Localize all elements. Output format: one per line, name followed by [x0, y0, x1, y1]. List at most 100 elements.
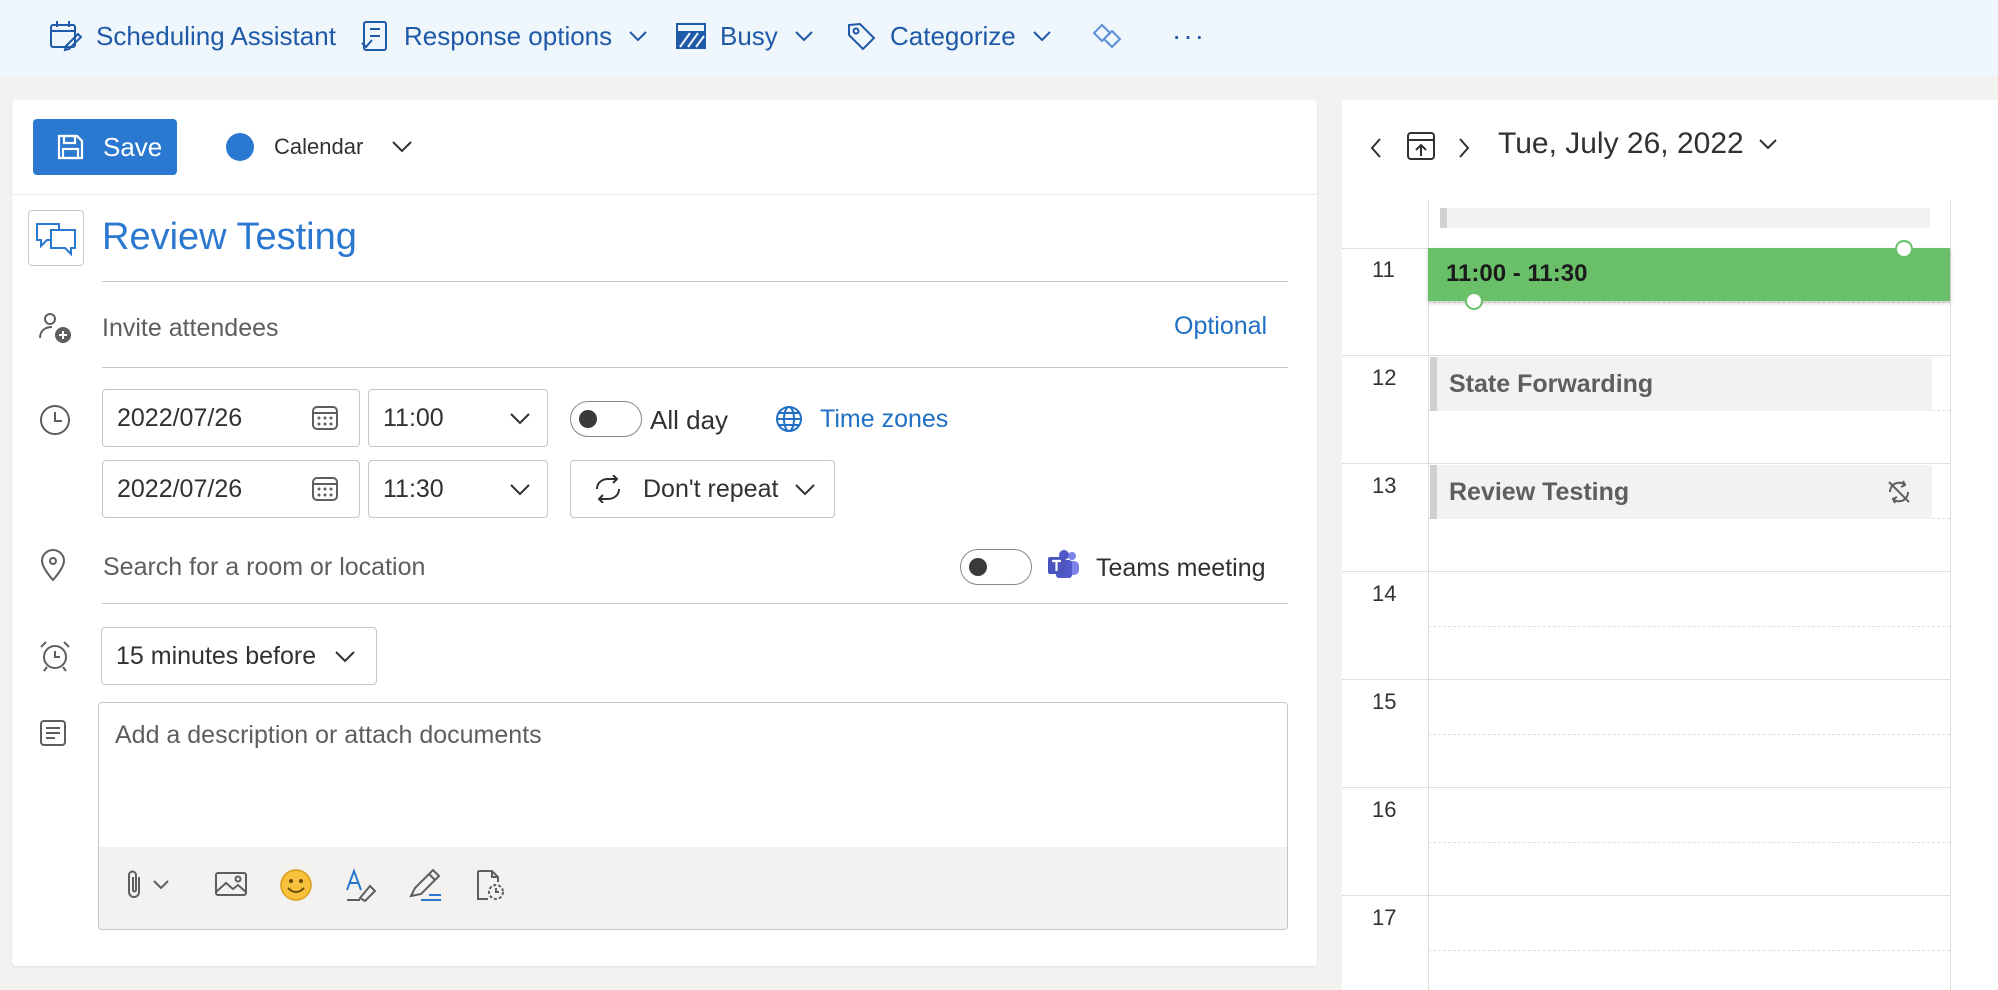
event-title: State Forwarding: [1449, 369, 1654, 398]
half-hour-line: [1428, 950, 1950, 951]
hour-label: 13: [1372, 473, 1397, 498]
teams-icon: [1048, 550, 1080, 580]
response-options-button[interactable]: Response options: [360, 14, 648, 58]
chat-bubbles-icon: [35, 220, 77, 256]
insert-picture-icon[interactable]: [214, 870, 248, 898]
save-button[interactable]: Save: [33, 119, 177, 175]
time-gutter-divider: [1428, 200, 1429, 990]
previous-event-sliver[interactable]: [1440, 208, 1930, 228]
time-zones-label: Time zones: [820, 404, 949, 433]
draft-event-block[interactable]: 11:00 - 11:30: [1428, 248, 1950, 301]
calendar-color-dot: [226, 133, 254, 161]
chevron-down-icon: [1032, 30, 1052, 42]
hour-label: 12: [1372, 365, 1397, 390]
calendar-event[interactable]: Review Testing: [1430, 465, 1932, 519]
start-time-dropdown[interactable]: 11:00: [368, 389, 548, 447]
chevron-down-icon: [794, 30, 814, 42]
chevron-down-icon: [334, 650, 356, 664]
end-time-value: 11:30: [383, 474, 444, 503]
calendar-icon[interactable]: [311, 404, 339, 432]
add-people-icon: [38, 310, 74, 346]
toggle-knob: [969, 558, 987, 576]
more-options-button[interactable]: ···: [1172, 14, 1206, 58]
calendar-picker[interactable]: Calendar: [226, 130, 413, 164]
invite-attendees-input[interactable]: Invite attendees: [102, 314, 279, 343]
event-title-input[interactable]: Review Testing: [102, 216, 357, 259]
hour-label: 16: [1372, 797, 1397, 822]
location-underline: [102, 603, 1288, 604]
teams-meeting-toggle[interactable]: [960, 549, 1032, 585]
teams-meeting-label: Teams meeting: [1096, 554, 1266, 582]
end-date-value: 2022/07/26: [117, 474, 243, 503]
location-input[interactable]: Search for a room or location: [103, 553, 425, 582]
emoji-icon[interactable]: [279, 868, 313, 902]
notes-icon: [38, 718, 68, 748]
title-underline: [102, 281, 1288, 282]
busy-label: Busy: [720, 20, 778, 51]
half-hour-line: [1428, 302, 1950, 303]
half-hour-line: [1428, 626, 1950, 627]
reminder-dropdown[interactable]: 15 minutes before: [101, 627, 377, 685]
insights-button[interactable]: [1092, 14, 1122, 58]
event-type-button[interactable]: [28, 210, 84, 266]
optional-attendees-link[interactable]: Optional: [1174, 312, 1267, 341]
attendees-underline: [102, 367, 1288, 368]
calendar-event[interactable]: State Forwarding: [1430, 357, 1932, 411]
hour-line: [1342, 571, 1950, 572]
repeat-dropdown[interactable]: Don't repeat: [570, 460, 835, 518]
categorize-button[interactable]: Categorize: [846, 14, 1052, 58]
resize-handle-top[interactable]: [1895, 240, 1913, 258]
globe-icon: [774, 404, 804, 434]
hour-label: 14: [1372, 581, 1397, 606]
response-options-label: Response options: [404, 20, 613, 51]
scheduling-assistant-label: Scheduling Assistant: [96, 20, 336, 51]
show-as-busy-button[interactable]: Busy: [676, 14, 814, 58]
repeat-value: Don't repeat: [643, 474, 779, 503]
day-column-border: [1950, 200, 1951, 990]
go-to-today-button[interactable]: [1406, 130, 1436, 162]
day-calendar-panel: [1342, 100, 1998, 990]
calendar-icon[interactable]: [311, 475, 339, 503]
date-picker-button[interactable]: Tue, July 26, 2022: [1498, 124, 1778, 164]
command-bar: Scheduling Assistant Response options Bu…: [0, 0, 1998, 76]
description-editor[interactable]: Add a description or attach documents: [98, 702, 1288, 930]
response-options-icon: [360, 19, 390, 53]
time-zones-button[interactable]: Time zones: [774, 402, 948, 436]
hour-label: 15: [1372, 689, 1397, 714]
scheduling-poll-icon[interactable]: [474, 868, 506, 902]
sync-off-icon: [1886, 479, 1912, 505]
location-pin-icon: [38, 548, 68, 582]
half-hour-line: [1428, 842, 1950, 843]
alarm-clock-icon: [38, 639, 72, 673]
half-hour-line: [1428, 734, 1950, 735]
end-time-dropdown[interactable]: 11:30: [368, 460, 548, 518]
next-day-button[interactable]: [1456, 136, 1472, 160]
scheduling-assistant-button[interactable]: Scheduling Assistant: [48, 14, 336, 58]
resize-handle-bottom[interactable]: [1465, 292, 1483, 310]
formatting-toolbar: [99, 847, 1287, 929]
start-time-value: 11:00: [383, 403, 444, 432]
all-day-toggle[interactable]: [570, 401, 642, 437]
hour-line: [1342, 679, 1950, 680]
hour-label: 11: [1372, 257, 1395, 282]
paperclip-icon: [126, 868, 144, 900]
start-date-field[interactable]: 2022/07/26: [102, 389, 360, 447]
chevron-down-icon: [628, 30, 648, 42]
busy-status-icon: [676, 22, 706, 50]
draft-event-time: 11:00 - 11:30: [1446, 260, 1588, 287]
chevron-down-icon: [1758, 138, 1778, 150]
chevron-down-icon: [152, 879, 170, 890]
hour-line: [1342, 895, 1950, 896]
end-date-field[interactable]: 2022/07/26: [102, 460, 360, 518]
draw-pen-icon[interactable]: [407, 868, 443, 902]
format-text-icon[interactable]: [344, 868, 378, 902]
all-day-label: All day: [650, 405, 729, 435]
more-options-label: ···: [1172, 20, 1206, 51]
current-date-label: Tue, July 26, 2022: [1498, 127, 1744, 160]
attach-file-button[interactable]: [126, 868, 170, 900]
clock-icon: [38, 403, 72, 437]
insights-icon: [1092, 21, 1122, 51]
save-icon: [55, 132, 85, 162]
hour-line: [1342, 355, 1950, 356]
previous-day-button[interactable]: [1368, 136, 1384, 160]
